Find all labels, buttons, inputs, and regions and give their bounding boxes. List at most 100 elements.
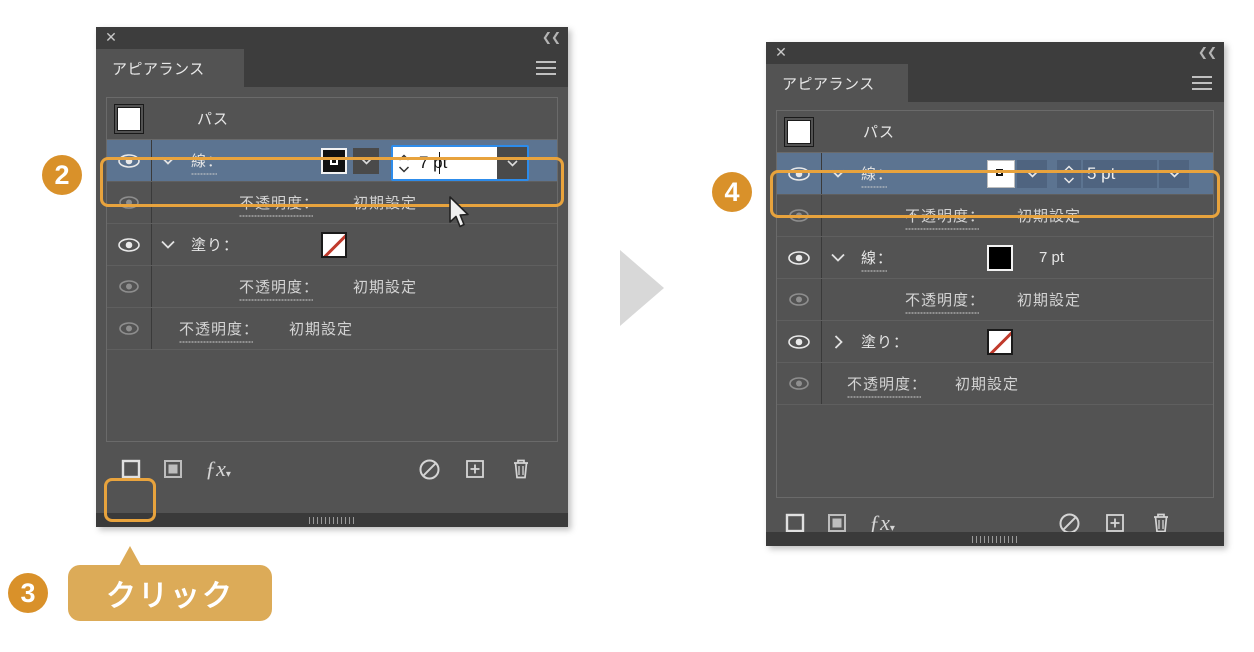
stroke-opacity-row-old[interactable]: 不透明度： 初期設定 xyxy=(777,279,1213,321)
visibility-eye-icon[interactable] xyxy=(107,237,151,252)
opacity-value: 初期設定 xyxy=(353,279,418,296)
duplicate-item-button[interactable] xyxy=(460,454,490,484)
appearance-panel-after: ✕ ❮❮ アピアランス パス 線： 5 pt 不透明度： 初期設定 線： 7 p… xyxy=(766,42,1224,546)
opacity-label: 不透明度： xyxy=(239,192,319,217)
fx-icon: ƒx xyxy=(205,456,226,481)
stroke-opacity-row-new[interactable]: 不透明度： 初期設定 xyxy=(777,195,1213,237)
visibility-eye-icon[interactable] xyxy=(107,196,151,209)
add-new-stroke-button[interactable] xyxy=(116,454,146,484)
tab-appearance[interactable]: アピアランス xyxy=(766,64,908,102)
opacity-label: 不透明度： xyxy=(179,318,259,343)
fill-row[interactable]: 塗り： xyxy=(107,224,557,266)
object-type-row[interactable]: パス xyxy=(107,98,557,140)
double-chevron-left-icon[interactable]: ❮❮ xyxy=(542,30,561,44)
add-new-fill-button[interactable] xyxy=(158,454,188,484)
visibility-eye-icon[interactable] xyxy=(777,334,821,349)
tab-appearance[interactable]: アピアランス xyxy=(96,49,244,87)
stroke-width-input[interactable]: 7 pt xyxy=(415,147,497,179)
resize-scroll-strip[interactable] xyxy=(96,513,568,527)
object-opacity-row[interactable]: 不透明度： 初期設定 xyxy=(107,308,557,350)
empty-area xyxy=(107,350,557,392)
fill-opacity-row[interactable]: 不透明度： 初期設定 xyxy=(107,266,557,308)
up-down-stepper-icon[interactable] xyxy=(1057,160,1081,188)
close-x-icon[interactable]: ✕ xyxy=(104,29,118,45)
object-type-row[interactable]: パス xyxy=(777,111,1213,153)
appearance-panel-before: ✕ ❮❮ アピアランス パス 線： 7 pt 不透明度： 初期設定 塗り： 不透… xyxy=(96,27,568,527)
stroke-color-dropdown-icon[interactable] xyxy=(353,148,379,174)
stroke-width-value: 5 pt xyxy=(1087,164,1116,183)
object-opacity-row[interactable]: 不透明度： 初期設定 xyxy=(777,363,1213,405)
stroke-width-value: 7 pt xyxy=(1039,249,1065,266)
black-ring-swatch[interactable] xyxy=(321,148,347,174)
stroke-row-old[interactable]: 線： 7 pt xyxy=(777,237,1213,279)
white-mini-square-swatch[interactable] xyxy=(987,160,1015,188)
stroke-opacity-row[interactable]: 不透明度： 初期設定 xyxy=(107,182,557,224)
chevron-down-icon[interactable] xyxy=(821,253,855,262)
empty-area xyxy=(777,405,1213,447)
text-caret xyxy=(439,152,440,174)
none-red-slash-swatch[interactable] xyxy=(321,232,347,258)
solid-black-swatch[interactable] xyxy=(987,245,1013,271)
visibility-eye-icon[interactable] xyxy=(107,280,151,293)
stroke-width-dropdown-icon[interactable] xyxy=(1159,160,1189,188)
visibility-eye-icon[interactable] xyxy=(777,209,821,222)
opacity-label: 不透明度： xyxy=(905,205,985,230)
none-red-slash-swatch[interactable] xyxy=(987,329,1013,355)
step-badge-4: 4 xyxy=(712,172,752,212)
opacity-value: 初期設定 xyxy=(1017,292,1082,309)
stroke-label: 線： xyxy=(861,247,893,272)
step-badge-3: 3 xyxy=(8,573,48,613)
add-effect-button[interactable]: ƒx ▾ xyxy=(200,454,236,484)
up-down-stepper-icon[interactable] xyxy=(393,147,415,179)
visibility-eye-icon[interactable] xyxy=(107,322,151,335)
opacity-label: 不透明度： xyxy=(905,289,985,314)
opacity-value: 初期設定 xyxy=(353,195,418,212)
opacity-label: 不透明度： xyxy=(847,373,927,398)
stroke-color-dropdown-icon[interactable] xyxy=(1017,160,1047,188)
visibility-eye-icon[interactable] xyxy=(777,250,821,265)
stroke-width-input-group[interactable]: 5 pt xyxy=(1057,160,1189,188)
white-path-swatch[interactable] xyxy=(787,119,811,144)
opacity-value: 初期設定 xyxy=(955,376,1020,393)
stroke-width-input[interactable]: 5 pt xyxy=(1083,160,1157,188)
stroke-width-input-group[interactable]: 7 pt xyxy=(391,145,529,181)
chevron-down-icon[interactable] xyxy=(151,156,185,165)
resize-grip-icon[interactable] xyxy=(972,536,1018,543)
double-chevron-left-icon[interactable]: ❮❮ xyxy=(1198,45,1217,59)
visibility-eye-icon[interactable] xyxy=(777,293,821,306)
stroke-row[interactable]: 線： 7 pt xyxy=(107,140,557,182)
resize-scroll-strip[interactable] xyxy=(766,532,1224,546)
panel-footer-toolbar: ƒx ▾ xyxy=(96,447,568,491)
resize-grip-icon[interactable] xyxy=(309,517,355,524)
visibility-eye-icon[interactable] xyxy=(107,153,151,168)
panel-tabbar: アピアランス xyxy=(96,49,568,87)
panel-tabbar: アピアランス xyxy=(766,64,1224,102)
visibility-eye-icon[interactable] xyxy=(777,377,821,390)
hamburger-menu-icon[interactable] xyxy=(1192,76,1212,90)
appearance-list: パス 線： xyxy=(106,97,558,442)
stroke-row-new[interactable]: 線： 5 pt xyxy=(777,153,1213,195)
chevron-right-icon[interactable] xyxy=(821,334,855,349)
tab-appearance-label: アピアランス xyxy=(782,75,875,93)
stroke-width-dropdown-icon[interactable] xyxy=(497,147,527,179)
white-path-swatch[interactable] xyxy=(117,106,141,131)
chevron-down-icon[interactable] xyxy=(151,240,185,249)
tab-appearance-label: アピアランス xyxy=(112,60,205,78)
appearance-list: パス 線： xyxy=(776,110,1214,498)
visibility-eye-icon[interactable] xyxy=(777,166,821,181)
close-x-icon[interactable]: ✕ xyxy=(774,44,788,60)
opacity-value: 初期設定 xyxy=(1017,208,1082,225)
chevron-down-icon[interactable] xyxy=(821,169,855,178)
hamburger-menu-icon[interactable] xyxy=(536,61,556,75)
fill-label: 塗り： xyxy=(191,237,240,254)
stroke-width-value: 7 pt xyxy=(419,153,448,172)
panel-titlebar: ✕ ❮❮ xyxy=(96,27,568,49)
delete-item-button[interactable] xyxy=(506,454,536,484)
fill-row[interactable]: 塗り： xyxy=(777,321,1213,363)
object-type-label: パス xyxy=(863,124,896,141)
fill-label: 塗り： xyxy=(861,334,910,351)
callout-tail xyxy=(119,546,141,566)
opacity-value: 初期設定 xyxy=(289,321,354,338)
object-type-label: パス xyxy=(197,111,230,128)
clear-appearance-button[interactable] xyxy=(414,454,444,484)
